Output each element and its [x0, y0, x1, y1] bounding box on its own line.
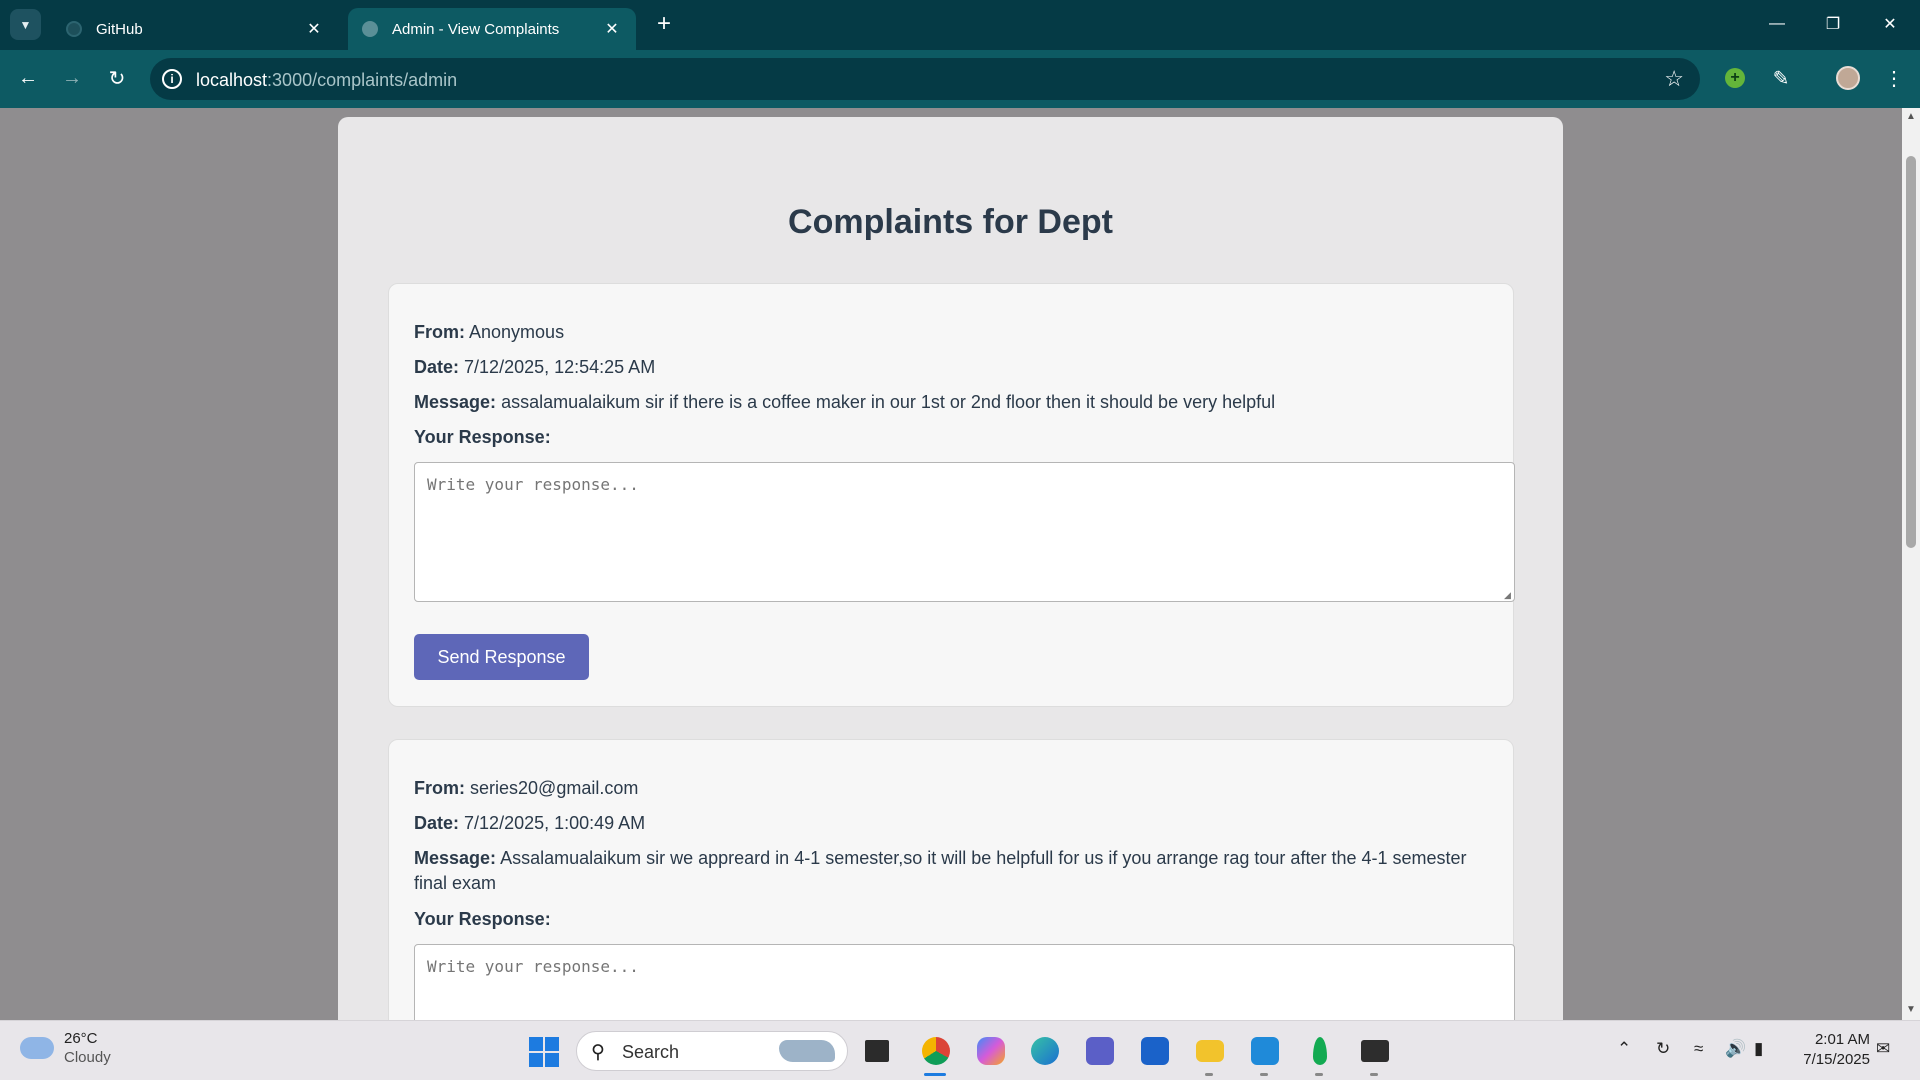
- terminal-icon[interactable]: [1357, 1033, 1393, 1069]
- file-explorer-icon[interactable]: [1192, 1033, 1228, 1069]
- date-label: Date:: [414, 813, 460, 833]
- weather-temp: 26°C: [64, 1030, 98, 1047]
- weather-condition: Cloudy: [64, 1049, 111, 1066]
- from-label: From:: [414, 778, 465, 798]
- response-label: Your Response:: [414, 427, 551, 447]
- url-host: localhost: [196, 70, 268, 90]
- close-icon[interactable]: ✕: [304, 19, 324, 39]
- profile-avatar[interactable]: [1832, 62, 1864, 94]
- system-clock[interactable]: 2:01 AM 7/15/2025: [1790, 1030, 1870, 1070]
- wifi-icon[interactable]: ≈: [1694, 1039, 1703, 1059]
- windows-start-icon[interactable]: [529, 1037, 559, 1067]
- windows-taskbar: 26°C Cloudy ⚲ Search ⌃ ↻ ≈ 🔊 ▮ 2:01 AM 7…: [0, 1020, 1920, 1080]
- page-scrollbar[interactable]: ▲ ▼: [1902, 108, 1920, 1020]
- weather-text: 26°C Cloudy: [64, 1029, 111, 1067]
- tab-admin-view-complaints[interactable]: Admin - View Complaints ✕: [348, 8, 636, 50]
- cloud-icon: [20, 1037, 54, 1059]
- search-icon: ⚲: [591, 1042, 605, 1063]
- globe-favicon-icon: [362, 21, 378, 37]
- close-window-button[interactable]: ✕: [1870, 8, 1910, 40]
- complaint-date: Date: 7/12/2025, 1:00:49 AM: [414, 811, 1474, 836]
- response-label: Your Response:: [414, 909, 551, 929]
- extension-green-icon[interactable]: +: [1719, 62, 1751, 94]
- clock-time: 2:01 AM: [1814, 1031, 1870, 1048]
- new-tab-button[interactable]: +: [650, 10, 678, 38]
- vscode-icon[interactable]: [1247, 1033, 1283, 1069]
- edge-icon[interactable]: [1027, 1033, 1063, 1069]
- back-button[interactable]: ←: [12, 62, 44, 94]
- weather-widget[interactable]: 26°C Cloudy: [20, 1029, 111, 1067]
- running-app-indicator: [1205, 1073, 1213, 1076]
- taskbar-search[interactable]: ⚲ Search: [576, 1031, 848, 1071]
- page-viewport: Complaints for Dept From: Anonymous Date…: [0, 108, 1902, 1020]
- running-app-indicator: [1315, 1073, 1323, 1076]
- mongodb-compass-icon[interactable]: [1302, 1033, 1338, 1069]
- copilot-icon[interactable]: [973, 1033, 1009, 1069]
- forward-button[interactable]: →: [56, 62, 88, 94]
- from-label: From:: [414, 322, 465, 342]
- scrollbar-thumb[interactable]: [1906, 156, 1916, 548]
- store-icon[interactable]: [1137, 1033, 1173, 1069]
- send-response-button[interactable]: Send Response: [414, 634, 589, 680]
- complaint-card: From: series20@gmail.com Date: 7/12/2025…: [388, 739, 1515, 1020]
- complaint-from: From: Anonymous: [414, 320, 1474, 345]
- running-app-indicator: [1370, 1073, 1378, 1076]
- github-favicon-icon: [66, 21, 82, 37]
- restore-button[interactable]: ❐: [1813, 8, 1853, 40]
- extensions-puzzle-icon[interactable]: ✎: [1765, 62, 1797, 94]
- bookmark-star-icon[interactable]: ☆: [1664, 66, 1684, 92]
- search-label: Search: [622, 1042, 680, 1062]
- clock-date: 7/15/2025: [1803, 1051, 1870, 1068]
- teams-icon[interactable]: [1082, 1033, 1118, 1069]
- tab-title: Admin - View Complaints: [392, 20, 560, 38]
- browser-toolbar: ← → ↻ i localhost:3000/complaints/admin …: [0, 50, 1920, 108]
- menu-kebab-icon[interactable]: ⋮: [1878, 62, 1910, 94]
- volume-icon[interactable]: 🔊: [1725, 1039, 1746, 1059]
- running-app-indicator: [1260, 1073, 1268, 1076]
- battery-icon[interactable]: ▮: [1754, 1039, 1763, 1059]
- chevron-up-icon[interactable]: ⌃: [1617, 1039, 1631, 1059]
- resize-handle-icon[interactable]: ◢: [1504, 590, 1514, 600]
- from-value: Anonymous: [469, 322, 565, 342]
- date-value: 7/12/2025, 1:00:49 AM: [464, 813, 646, 833]
- complaint-card: From: Anonymous Date: 7/12/2025, 12:54:2…: [388, 283, 1515, 707]
- tab-search-button[interactable]: ▼: [10, 9, 41, 40]
- complaint-message: Message: Assalamualaikum sir we appreard…: [414, 846, 1474, 896]
- address-bar[interactable]: i localhost:3000/complaints/admin ☆: [150, 58, 1700, 100]
- search-highlight-image: [779, 1040, 835, 1062]
- url-path: :3000/complaints/admin: [267, 70, 458, 90]
- minimize-button[interactable]: —: [1757, 8, 1797, 40]
- file-manager-icon[interactable]: [859, 1033, 895, 1069]
- tab-title: GitHub: [96, 20, 143, 38]
- complaint-message: Message: assalamualaikum sir if there is…: [414, 390, 1474, 415]
- date-value: 7/12/2025, 12:54:25 AM: [464, 357, 656, 377]
- message-label: Message:: [414, 392, 497, 412]
- message-label: Message:: [414, 848, 497, 868]
- from-value: series20@gmail.com: [470, 778, 639, 798]
- chrome-icon[interactable]: [918, 1033, 954, 1069]
- scroll-up-arrow-icon[interactable]: ▲: [1905, 111, 1917, 123]
- complaints-container: Complaints for Dept From: Anonymous Date…: [338, 117, 1563, 1020]
- url-text[interactable]: localhost:3000/complaints/admin: [196, 70, 457, 91]
- active-app-indicator: [924, 1073, 946, 1076]
- message-value: Assalamualaikum sir we appreard in 4-1 s…: [414, 848, 1467, 893]
- notification-bell-icon[interactable]: ✉: [1876, 1039, 1890, 1059]
- message-value: assalamualaikum sir if there is a coffee…: [501, 392, 1276, 412]
- scroll-down-arrow-icon[interactable]: ▼: [1905, 1004, 1917, 1016]
- complaint-date: Date: 7/12/2025, 12:54:25 AM: [414, 355, 1474, 380]
- reload-button[interactable]: ↻: [101, 62, 133, 94]
- site-info-icon[interactable]: i: [162, 69, 182, 89]
- sync-icon[interactable]: ↻: [1656, 1039, 1670, 1059]
- date-label: Date:: [414, 357, 460, 377]
- tab-github[interactable]: GitHub ✕: [52, 8, 338, 50]
- tab-strip: ▼ GitHub ✕ Admin - View Complaints ✕ + —…: [0, 0, 1920, 50]
- complaint-from: From: series20@gmail.com: [414, 776, 1474, 801]
- close-icon[interactable]: ✕: [602, 19, 622, 39]
- response-textarea[interactable]: [414, 944, 1515, 1020]
- response-textarea[interactable]: [414, 462, 1515, 602]
- page-title: Complaints for Dept: [788, 203, 1113, 241]
